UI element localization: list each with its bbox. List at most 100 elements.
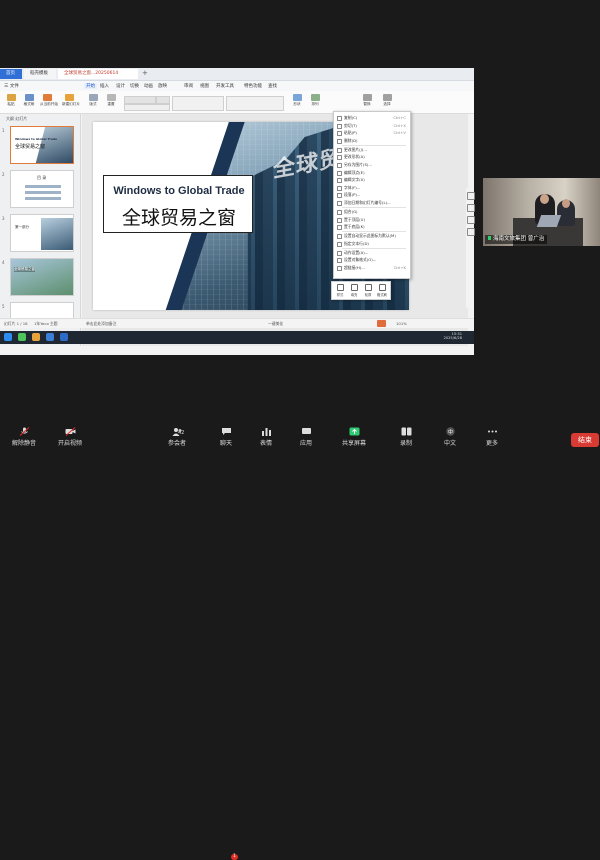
app-icon[interactable] [32,333,40,341]
title-box[interactable]: Windows to Global Trade 全球贸易之窗 [103,175,253,233]
meeting-control-bar: 解除静音 开启视频 参会者 42 聊天 1 表情 应用 共享屏幕 录制 中 中文… [0,425,600,860]
format-painter-mini-button[interactable]: 格式刷 [376,284,388,297]
style-button[interactable]: 样式 [334,284,346,297]
context-menu-item[interactable]: 段落(P)... [334,191,410,199]
tab-document[interactable]: 全球贸易之窗...20250614 [58,69,138,79]
brush-icon [24,94,34,101]
menu-dev-tools[interactable]: 开发工具 [216,83,234,89]
animation-icon[interactable] [467,216,475,224]
thumb-panel-tabs[interactable]: 大纲 幻灯片 [6,116,27,122]
context-menu-item[interactable]: 删除(D) [334,137,410,145]
text-layout-group[interactable] [226,96,284,111]
layout-button[interactable]: 版式 [86,94,100,110]
menu-item-label: 字体(F)... [344,184,361,190]
context-menu-item[interactable]: 设置对象格式(O)... [334,256,410,264]
replace-button[interactable]: 替换 [360,94,374,110]
menu-search[interactable]: 查找 [268,83,277,89]
context-menu-item[interactable]: 置于顶层(U) [334,216,410,224]
context-menu: 复制(C) Ctrl+C 剪切(T) Ctrl+X 粘贴(P) Ctrl+V 删除(D) 更改… [333,111,411,279]
thumbnail-slide-1[interactable]: Windows to Global Trade 全球贸易之窗 [10,126,74,164]
app-icon[interactable] [18,333,26,341]
context-menu-item[interactable]: 剪切(T) Ctrl+X [334,122,410,130]
language-icon: 中 [445,427,455,436]
participants-button[interactable]: 参会者 [162,427,192,447]
thumb-3-title: 第一部分 [15,225,29,229]
menu-item-shortcut: Ctrl+X [393,122,406,128]
menu-item-icon [337,185,342,191]
context-menu-item[interactable]: 置于底层(K) [334,223,410,231]
menu-start[interactable]: 开始 [84,83,97,89]
apps-chat-button[interactable]: 应用 [294,427,318,447]
shapes-button[interactable]: 形状 [290,94,304,110]
context-menu-item[interactable]: 设置自动显示此图标为默认(M) [334,232,410,240]
context-menu-item[interactable]: 动作设置(A)... [334,249,410,257]
new-slide-button[interactable]: 新建幻灯片 [62,94,80,110]
status-bar: 幻灯片 1 / 18 1年Yoco 主题 单击此处添加备注 一键美化 101% [0,318,474,328]
format-painter-button[interactable]: 格式刷 [22,94,36,110]
context-menu-item[interactable]: 字体(F)... [334,184,410,192]
context-menu-item[interactable]: 另存为图片(S)... [334,161,410,169]
thumbnail-slide-3[interactable]: 第一部分 [10,214,74,252]
context-menu-item[interactable]: 组合(G) [334,208,410,216]
context-menu-item[interactable]: 更改形状(A) [334,153,410,161]
record-button[interactable]: 录制 [386,427,426,447]
fill-button[interactable]: 填充 [348,284,360,297]
select-button[interactable]: 选择 [380,94,394,110]
slide-title-cn: 全球贸易之窗 [121,207,236,229]
menu-design[interactable]: 设计 [116,83,125,89]
menu-transition[interactable]: 切换 [130,83,139,89]
font-name-select[interactable] [124,96,156,104]
language-button[interactable]: 中 中文 [438,427,462,447]
context-menu-item[interactable]: 编辑顶点(E) [334,169,410,177]
fill-icon [350,284,358,291]
start-icon[interactable] [4,333,12,341]
tab-templates[interactable]: 稻壳模板 [24,69,56,79]
context-menu-item[interactable]: 复制(C) Ctrl+C [334,114,410,122]
design-icon[interactable] [467,204,475,212]
app-icon[interactable] [60,333,68,341]
context-menu-item[interactable]: 编辑文字(X) [334,176,410,184]
font-size-select[interactable] [156,96,170,104]
thumbnail-slide-2[interactable]: 目 录 [10,170,74,208]
context-menu-item[interactable]: 粘贴(P) Ctrl+V [334,129,410,137]
context-menu-item[interactable]: 指定文本行(D) [334,240,410,248]
more-button[interactable]: 更多 [480,427,504,447]
share-screen-button[interactable]: 共享屏幕 [334,427,374,447]
thumbnail-slide-4[interactable]: 全球贸易之窗 [10,258,74,296]
notes-placeholder[interactable]: 单击此处添加备注 [86,321,116,327]
reactions-button[interactable]: 表情 [254,427,278,447]
context-menu-item[interactable]: 超链接(H)... Ctrl+K [334,264,410,272]
beautify-button[interactable]: 一键美化 [268,321,283,327]
play-from-current-button[interactable]: 从当前开始 [40,94,58,110]
menu-file[interactable]: 三 文件 [4,83,19,89]
zoom-level[interactable]: 101% [396,321,407,326]
context-menu-item[interactable]: 更改图片(J)... [334,146,410,154]
outline-button[interactable]: 轮廓 [362,284,374,297]
participant-video[interactable]: 海南文旅集团 曾广治 [483,178,600,246]
paragraph-group[interactable] [172,96,224,111]
properties-icon[interactable] [467,192,475,200]
menu-review[interactable]: 审阅 [184,83,193,89]
font-style-group[interactable] [124,104,170,111]
end-meeting-button[interactable]: 结束 [571,433,599,447]
chat-button[interactable]: 聊天 [214,427,238,447]
app-icon[interactable] [46,333,54,341]
menu-insert[interactable]: 插入 [100,83,109,89]
menu-features[interactable]: 特色功能 [244,83,262,89]
context-menu-item[interactable]: 添加日期和幻灯片编号(L)... [334,199,410,207]
menu-view[interactable]: 视图 [200,83,209,89]
arrange-button[interactable]: 排列 [308,94,322,110]
reset-button[interactable]: 重置 [104,94,118,110]
new-tab-icon[interactable]: + [142,69,148,77]
menu-slideshow[interactable]: 放映 [158,83,167,89]
menu-item-icon [337,234,342,240]
tab-home[interactable]: 首页 [0,69,22,79]
menu-animation[interactable]: 动画 [144,83,153,89]
mini-toolbar: 样式 填充 轮廓 格式刷 [331,281,391,300]
unmute-button[interactable]: 解除静音 [6,427,42,447]
shape-icon[interactable] [467,228,475,236]
thumb-number: 1 [2,128,5,133]
start-video-button[interactable]: 开启视频 [52,427,88,447]
paste-button[interactable]: 粘贴 [4,94,18,110]
play-slideshow-button[interactable] [377,320,386,327]
